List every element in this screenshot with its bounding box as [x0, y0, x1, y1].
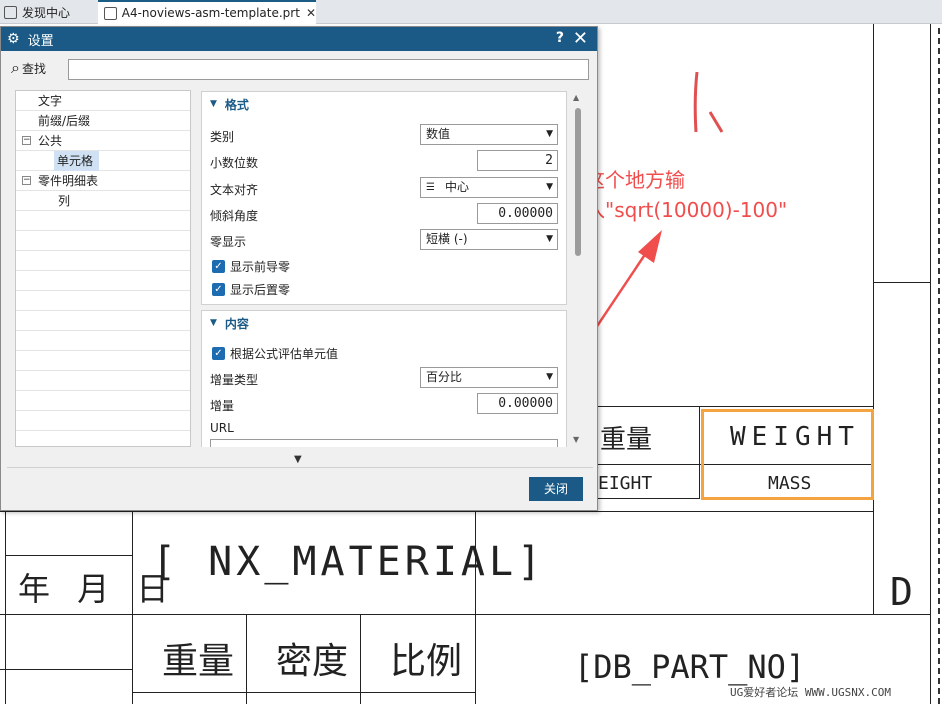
slant-label: 倾斜角度 — [210, 209, 259, 223]
dialog-title-bar[interactable]: ⚙ 设置 ? ✕ — [1, 27, 597, 51]
category-label: 类别 — [210, 130, 235, 144]
watermark: UG爱好者论坛 WWW.UGSNX.COM — [730, 686, 891, 699]
table-line — [598, 498, 700, 499]
expand-more-icon[interactable]: ▼ — [294, 454, 302, 465]
border-line — [874, 282, 930, 283]
checkmark-icon: ✓ — [212, 283, 225, 296]
collapse-triangle-icon: ▼ — [210, 318, 217, 328]
chevron-down-icon: ▼ — [546, 234, 553, 244]
tab-close-icon[interactable]: ✕ — [306, 6, 316, 20]
find-row: ⌕ 查找 — [11, 58, 46, 78]
leading-zero-checkbox[interactable]: ✓ 显示前导零 — [212, 258, 290, 275]
highlight-box — [701, 409, 874, 500]
binoculars-icon: ⌕ — [11, 58, 20, 77]
table-line — [0, 669, 132, 670]
scroll-up-icon[interactable]: ▲ — [573, 93, 579, 102]
format-group: ▼ 格式 类别 数值 ▼ 小数位数 2 文本对齐 ☰ 中心 ▼ 倾斜角度 0.000… — [201, 91, 567, 305]
formula-eval-checkbox[interactable]: ✓ 根据公式评估单元值 — [212, 345, 338, 362]
collapse-triangle-icon: ▼ — [210, 99, 217, 109]
bili-label: 比例 — [390, 641, 463, 682]
properties-panel: ▼ 格式 类别 数值 ▼ 小数位数 2 文本对齐 ☰ 中心 ▼ 倾斜角度 0.000… — [201, 90, 569, 447]
settings-dialog: ⚙ 设置 ? ✕ ⌕ 查找 文字 前缀/后缀 − 公共 单元格 − 零件明细表 … — [0, 26, 598, 511]
annotation-line1: 这个地方输 — [585, 168, 685, 192]
collapse-icon[interactable]: − — [22, 176, 31, 185]
scrollbar-thumb[interactable] — [575, 108, 581, 256]
tab-label: A4-noviews-asm-template.prt — [121, 6, 300, 20]
tree-item-column[interactable]: 列 — [16, 191, 190, 211]
zero-display-select[interactable]: 短横 (-) ▼ — [420, 229, 558, 250]
align-select[interactable]: ☰ 中心 ▼ — [420, 177, 558, 198]
sheet-edge — [938, 28, 940, 704]
find-label: 查找 — [21, 61, 46, 76]
content-group-header[interactable]: ▼ 内容 — [202, 311, 566, 335]
chevron-down-icon: ▼ — [546, 129, 553, 139]
chevron-down-icon: ▼ — [546, 182, 553, 192]
table-line — [246, 614, 247, 704]
settings-tree[interactable]: 文字 前缀/后缀 − 公共 单元格 − 零件明细表 列 — [15, 90, 191, 447]
search-input[interactable] — [68, 59, 589, 80]
checkmark-icon: ✓ — [212, 260, 225, 273]
dialog-title: 设置 — [27, 33, 54, 49]
tree-item-prefix-suffix[interactable]: 前缀/后缀 — [16, 111, 190, 131]
discovery-icon — [4, 5, 17, 19]
align-label: 文本对齐 — [210, 183, 259, 197]
url-label: URL — [210, 421, 234, 435]
material-label: [ NX_MATERIAL] — [152, 539, 546, 585]
increment-type-select[interactable]: 百分比 ▼ — [420, 367, 558, 388]
weight-cn-label: 重量 — [600, 425, 653, 455]
weight-en-partial: EIGHT — [598, 473, 653, 494]
url-input[interactable] — [210, 439, 558, 447]
table-line — [598, 406, 873, 407]
collapse-icon[interactable]: − — [22, 136, 31, 145]
table-line — [6, 555, 132, 556]
part-file-icon — [104, 6, 117, 20]
tab-part-file[interactable]: A4-noviews-asm-template.prt ✕ — [98, 0, 316, 24]
table-line — [0, 614, 475, 615]
table-line — [132, 692, 475, 693]
increment-type-label: 增量类型 — [210, 373, 259, 387]
part-no-label: [DB_PART_NO] — [574, 648, 806, 686]
table-line — [0, 511, 873, 512]
border-line — [873, 24, 874, 614]
category-select[interactable]: 数值 ▼ — [420, 124, 558, 145]
trailing-zero-checkbox[interactable]: ✓ 显示后置零 — [212, 281, 290, 298]
tree-item-common[interactable]: − 公共 — [16, 131, 190, 151]
tree-item-parts-list[interactable]: − 零件明细表 — [16, 171, 190, 191]
decimals-field[interactable]: 2 — [477, 150, 558, 171]
table-line — [475, 614, 930, 615]
zhongliang-label: 重量 — [162, 641, 235, 682]
tree-item-cell[interactable]: 单元格 — [16, 151, 190, 171]
close-icon[interactable]: ✕ — [573, 28, 588, 49]
annotation-line2: 入"sqrt(10000)-100" — [585, 198, 788, 222]
tab-discovery-center[interactable]: 发现中心 — [4, 0, 70, 24]
checkmark-icon: ✓ — [212, 347, 225, 360]
increment-label: 增量 — [210, 399, 235, 413]
zero-display-label: 零显示 — [210, 235, 247, 249]
close-button[interactable]: 关闭 — [529, 477, 583, 501]
panel-scrollbar[interactable]: ▲ ▼ — [571, 90, 585, 447]
content-group: ▼ 内容 ✓ 根据公式评估单元值 增量类型 百分比 ▼ 增量 0.00000 URL — [201, 310, 567, 447]
help-icon[interactable]: ? — [556, 30, 564, 46]
table-line — [699, 406, 700, 498]
divider — [7, 467, 593, 468]
increment-field[interactable]: 0.00000 — [477, 393, 558, 414]
midu-label: 密度 — [276, 641, 349, 682]
date-label: 年 月 日 — [18, 570, 173, 608]
zone-d-label: D — [890, 570, 913, 614]
table-line — [360, 614, 361, 704]
tab-bar: 发现中心 A4-noviews-asm-template.prt ✕ — [0, 0, 942, 24]
scroll-down-icon[interactable]: ▼ — [573, 435, 579, 444]
align-center-icon: ☰ — [426, 182, 435, 193]
table-line — [5, 511, 6, 704]
tab-label: 发现中心 — [22, 5, 71, 20]
annotation-text: 这个地方输 入"sqrt(10000)-100" — [585, 165, 787, 225]
slant-field[interactable]: 0.00000 — [477, 203, 558, 224]
tree-item-text[interactable]: 文字 — [16, 91, 190, 111]
chevron-down-icon: ▼ — [546, 372, 553, 382]
border-line — [930, 24, 931, 704]
gear-icon: ⚙ — [7, 31, 20, 47]
format-group-header[interactable]: ▼ 格式 — [202, 92, 566, 116]
decimals-label: 小数位数 — [210, 156, 259, 170]
